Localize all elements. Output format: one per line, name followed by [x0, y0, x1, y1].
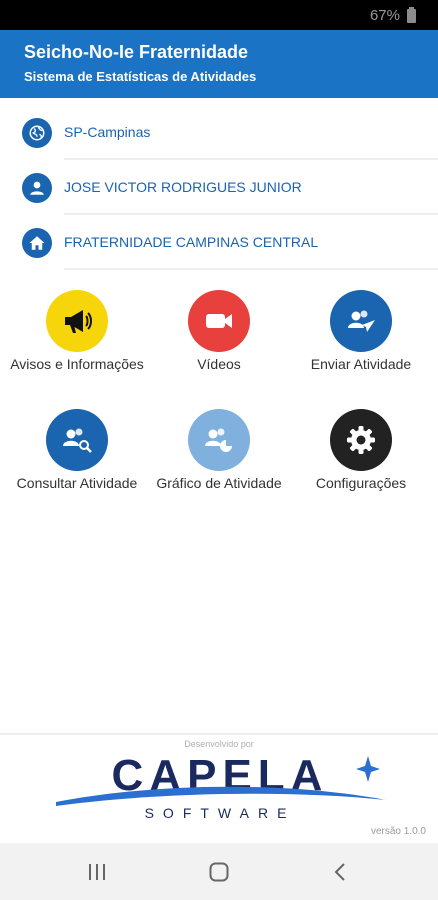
- tile-label: Avisos e Informações: [10, 356, 144, 372]
- capela-software-logo: CAPELA SOFTWARE: [56, 752, 386, 821]
- battery-icon: [407, 7, 416, 23]
- svg-text:SOFTWARE: SOFTWARE: [145, 805, 296, 821]
- tile-label: Configurações: [315, 475, 407, 491]
- tile-enviar[interactable]: Enviar Atividade: [288, 290, 434, 374]
- developed-by-text: Desenvolvido por: [184, 739, 254, 749]
- info-row-label: JOSE VICTOR RODRIGUES JUNIOR: [64, 179, 302, 195]
- app-subtitle: Sistema de Estatísticas de Atividades: [24, 69, 257, 84]
- gear-icon: [330, 409, 392, 471]
- info-row-label: FRATERNIDADE CAMPINAS CENTRAL: [64, 234, 319, 250]
- home-icon: [22, 228, 52, 258]
- battery-percentage: 67%: [369, 7, 400, 24]
- status-bar: 67%: [0, 0, 438, 30]
- tile-configuracoes[interactable]: Configurações: [288, 409, 434, 493]
- send-users-icon: [330, 290, 392, 352]
- info-row-user[interactable]: JOSE VICTOR RODRIGUES JUNIOR: [0, 163, 438, 215]
- recents-icon[interactable]: [86, 861, 108, 883]
- back-chevron-icon[interactable]: [330, 861, 352, 883]
- tile-videos[interactable]: Vídeos: [146, 290, 292, 374]
- tile-label: Enviar Atividade: [310, 356, 412, 372]
- divider: [64, 268, 438, 270]
- globe-icon: [22, 118, 52, 148]
- divider: [64, 213, 438, 215]
- tile-avisos[interactable]: Avisos e Informações: [4, 290, 150, 374]
- person-icon: [22, 173, 52, 203]
- megaphone-icon: [46, 290, 108, 352]
- tile-consultar[interactable]: Consultar Atividade: [4, 409, 150, 493]
- search-users-icon: [46, 409, 108, 471]
- footer-divider: [0, 733, 438, 735]
- system-nav-bar: [0, 843, 438, 900]
- tile-label: Vídeos: [197, 356, 241, 372]
- app-title: Seicho-No-Ie Fraternidade: [24, 42, 249, 62]
- version-text: versão 1.0.0: [370, 826, 426, 837]
- divider: [64, 158, 438, 160]
- video-camera-icon: [188, 290, 250, 352]
- users-chart-icon: [188, 409, 250, 471]
- tile-grafico[interactable]: Gráfico de Atividade: [146, 409, 292, 493]
- tile-label: Gráfico de Atividade: [156, 475, 282, 491]
- info-row-label: SP-Campinas: [64, 124, 151, 140]
- info-row-region[interactable]: SP-Campinas: [0, 108, 438, 160]
- info-row-fraternity[interactable]: FRATERNIDADE CAMPINAS CENTRAL: [0, 218, 438, 270]
- home-circle-icon[interactable]: [208, 861, 230, 883]
- app-header: Seicho-No-Ie Fraternidade Sistema de Est…: [0, 30, 438, 98]
- tile-label: Consultar Atividade: [16, 475, 138, 491]
